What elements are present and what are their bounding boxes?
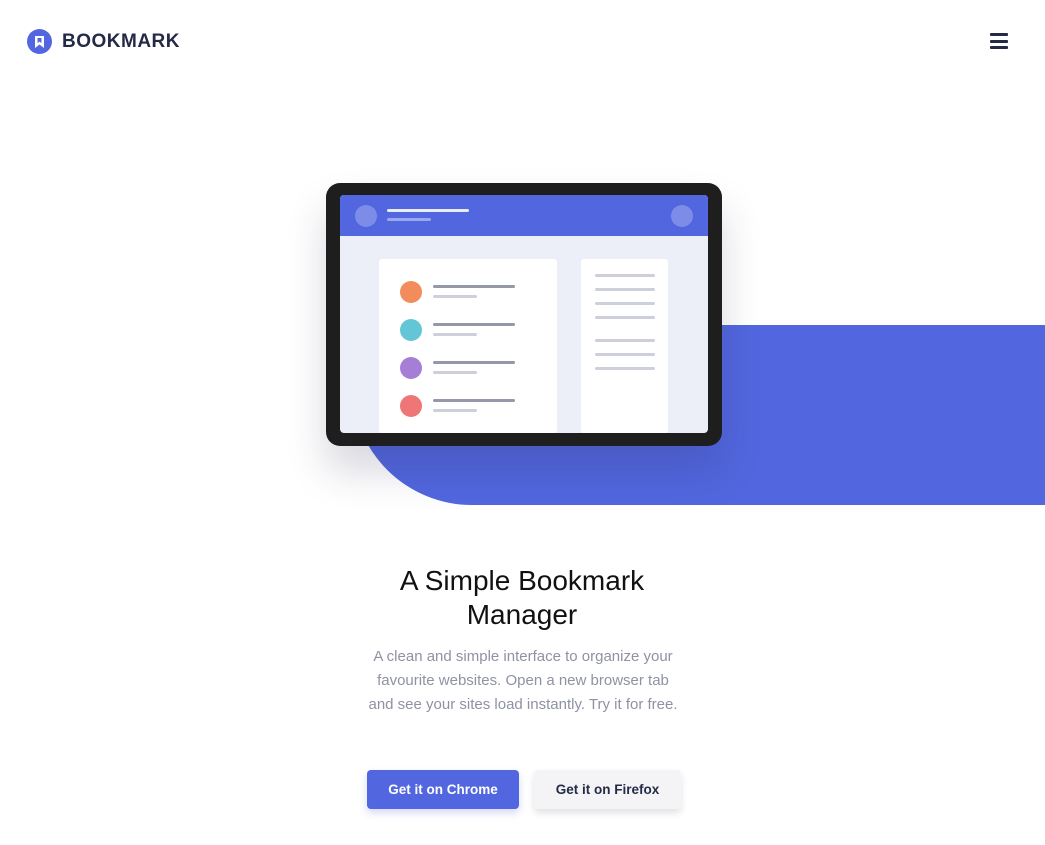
list-item-line	[433, 295, 477, 298]
tablet-illustration	[326, 183, 722, 446]
list-item-dot	[400, 319, 422, 341]
sidebar-line	[595, 316, 655, 319]
list-item-line	[433, 399, 515, 402]
sidebar-line	[595, 288, 655, 291]
sidebar-line	[595, 302, 655, 305]
logo[interactable]: BOOKMARK	[27, 29, 180, 54]
avatar-placeholder	[355, 205, 377, 227]
tablet-screen	[340, 195, 708, 433]
sidebar-line	[595, 274, 655, 277]
title-placeholder	[387, 209, 469, 212]
menu-placeholder	[671, 205, 693, 227]
list-item-line	[433, 323, 515, 326]
list-item-line	[433, 409, 477, 412]
hamburger-menu-icon[interactable]	[990, 33, 1008, 49]
sidebar-line	[595, 367, 655, 370]
list-item-dot	[400, 395, 422, 417]
list-item-line	[433, 333, 477, 336]
list-item-line	[433, 361, 515, 364]
list-item-line	[433, 285, 515, 288]
sidebar-line	[595, 339, 655, 342]
hero-description: A clean and simple interface to organize…	[368, 648, 678, 713]
subtitle-placeholder	[387, 218, 431, 221]
get-chrome-button[interactable]: Get it on Chrome	[367, 770, 519, 809]
list-item-dot	[400, 281, 422, 303]
bookmark-icon	[27, 29, 52, 54]
get-firefox-button[interactable]: Get it on Firefox	[534, 770, 681, 809]
list-item-line	[433, 371, 477, 374]
hero-title: A Simple Bookmark Manager	[399, 565, 645, 630]
list-item-dot	[400, 357, 422, 379]
bookmark-list-card	[379, 259, 557, 433]
brand-name: BOOKMARK	[62, 30, 180, 52]
screen-header-bar	[340, 195, 708, 236]
sidebar-line	[595, 353, 655, 356]
sidebar-card	[581, 259, 668, 433]
